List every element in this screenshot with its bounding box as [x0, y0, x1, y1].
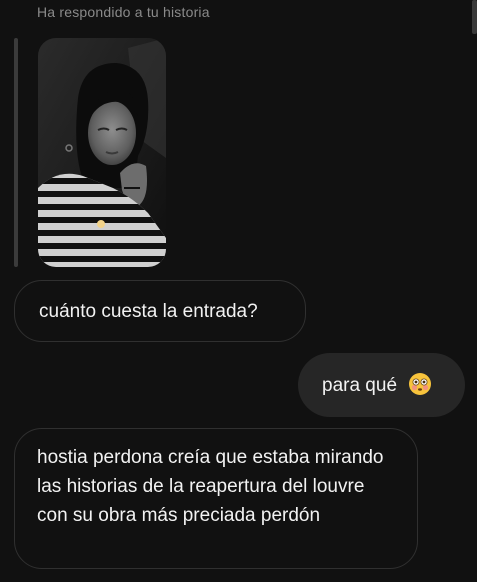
outgoing-message-bubble[interactable]: para qué	[298, 353, 465, 417]
reply-quote-rail	[14, 38, 18, 267]
message-text: para qué	[322, 375, 398, 396]
story-reply-caption: Ha respondido a tu historia	[37, 4, 210, 20]
incoming-message-bubble[interactable]: cuánto cuesta la entrada?	[14, 280, 306, 342]
photo-story-thumbnail-icon	[38, 38, 166, 267]
scroll-indicator	[472, 0, 477, 34]
message-text: hostia perdona creía que estaba mirando …	[37, 447, 384, 526]
story-thumbnail[interactable]	[38, 38, 166, 267]
flushed-face-emoji-icon	[409, 372, 432, 395]
message-text: cuánto cuesta la entrada?	[39, 301, 258, 322]
incoming-message-bubble[interactable]: hostia perdona creía que estaba mirando …	[14, 428, 418, 569]
